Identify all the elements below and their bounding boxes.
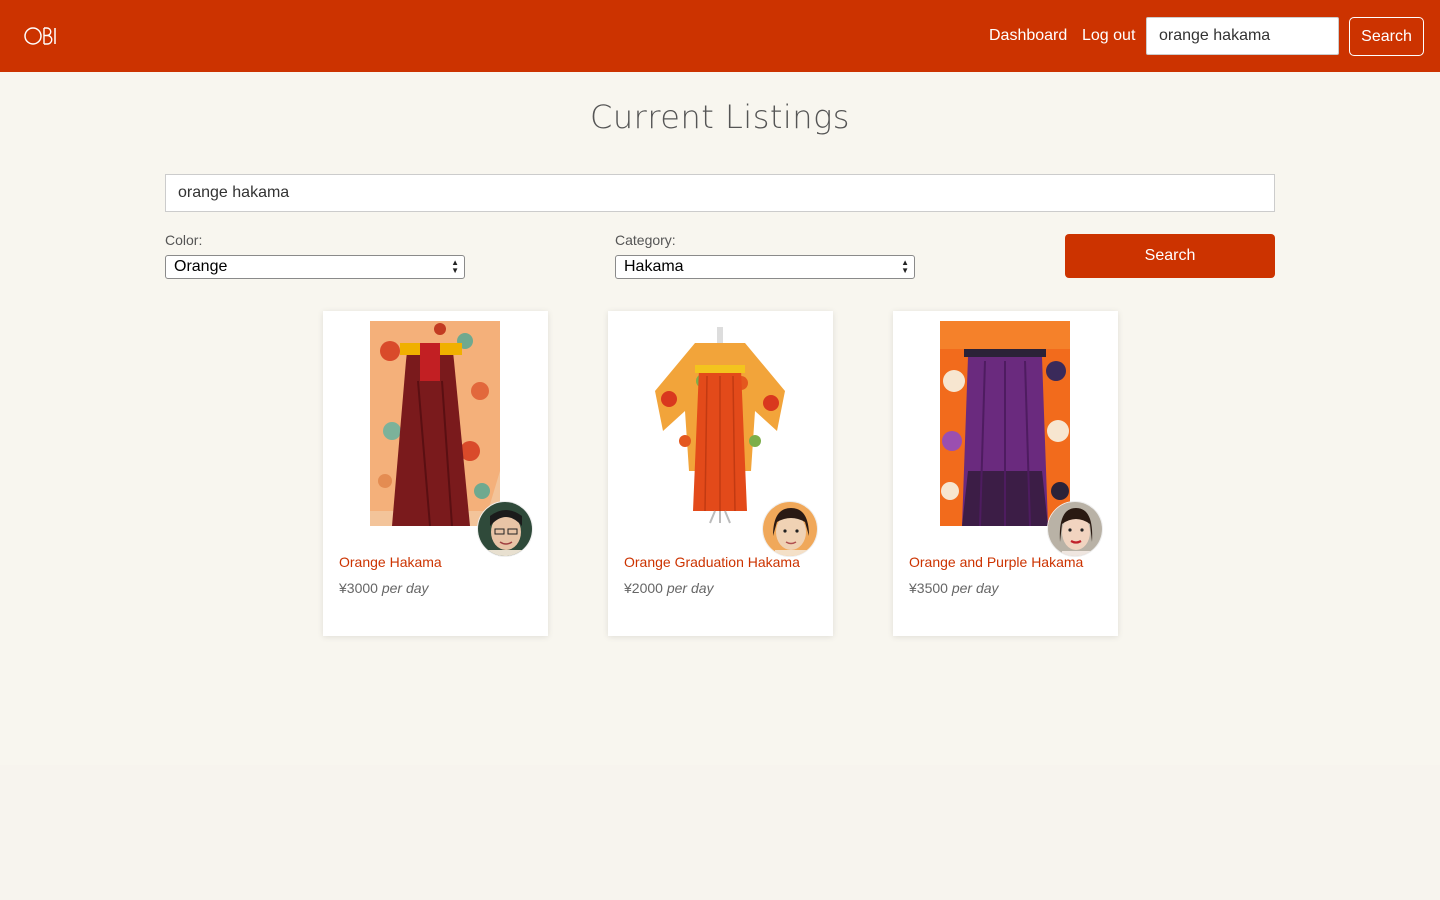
listing-price-value: ¥2000 (624, 580, 663, 596)
filter-search-button[interactable]: Search (1065, 234, 1275, 278)
listing-title[interactable]: Orange and Purple Hakama (909, 554, 1083, 570)
listing-price-unit: per day (381, 580, 429, 596)
listing-card[interactable]: Orange and Purple Hakama ¥3500 per day (893, 311, 1118, 636)
category-filter-label: Category: (615, 232, 676, 248)
listing-price: ¥3000 per day (339, 580, 429, 596)
top-navbar: Dashboard Log out Search (0, 0, 1440, 72)
listing-card[interactable]: Orange Graduation Hakama ¥2000 per day (608, 311, 833, 636)
listing-title[interactable]: Orange Hakama (339, 554, 442, 570)
page-footer-band (0, 765, 1440, 900)
select-arrows-icon: ▲ ▼ (901, 258, 909, 275)
seller-avatar[interactable] (1047, 501, 1103, 557)
nav-search-input[interactable] (1146, 17, 1339, 55)
nav-logout-link[interactable]: Log out (1082, 26, 1135, 46)
obi-logo[interactable] (24, 26, 64, 46)
listing-image[interactable] (655, 321, 785, 526)
select-arrows-icon: ▲ ▼ (451, 258, 459, 275)
listing-title[interactable]: Orange Graduation Hakama (624, 554, 800, 570)
nav-dashboard-link[interactable]: Dashboard (989, 26, 1067, 46)
color-select-value: Orange (174, 258, 228, 275)
listing-price: ¥3500 per day (909, 580, 999, 596)
seller-avatar[interactable] (762, 501, 818, 557)
listing-price: ¥2000 per day (624, 580, 714, 596)
listing-image[interactable] (370, 321, 500, 526)
listing-image[interactable] (940, 321, 1070, 526)
category-select[interactable]: Hakama ▲ ▼ (615, 255, 915, 279)
listing-price-value: ¥3500 (909, 580, 948, 596)
listing-price-unit: per day (666, 580, 714, 596)
listing-card[interactable]: Orange Hakama ¥3000 per day (323, 311, 548, 636)
nav-search-button[interactable]: Search (1349, 17, 1424, 56)
listing-search-input[interactable] (165, 174, 1275, 212)
listing-price-value: ¥3000 (339, 580, 378, 596)
page-title: Current Listings (590, 98, 850, 136)
category-select-value: Hakama (624, 258, 684, 275)
seller-avatar[interactable] (477, 501, 533, 557)
listing-price-unit: per day (951, 580, 999, 596)
color-select[interactable]: Orange ▲ ▼ (165, 255, 465, 279)
color-filter-label: Color: (165, 232, 203, 248)
